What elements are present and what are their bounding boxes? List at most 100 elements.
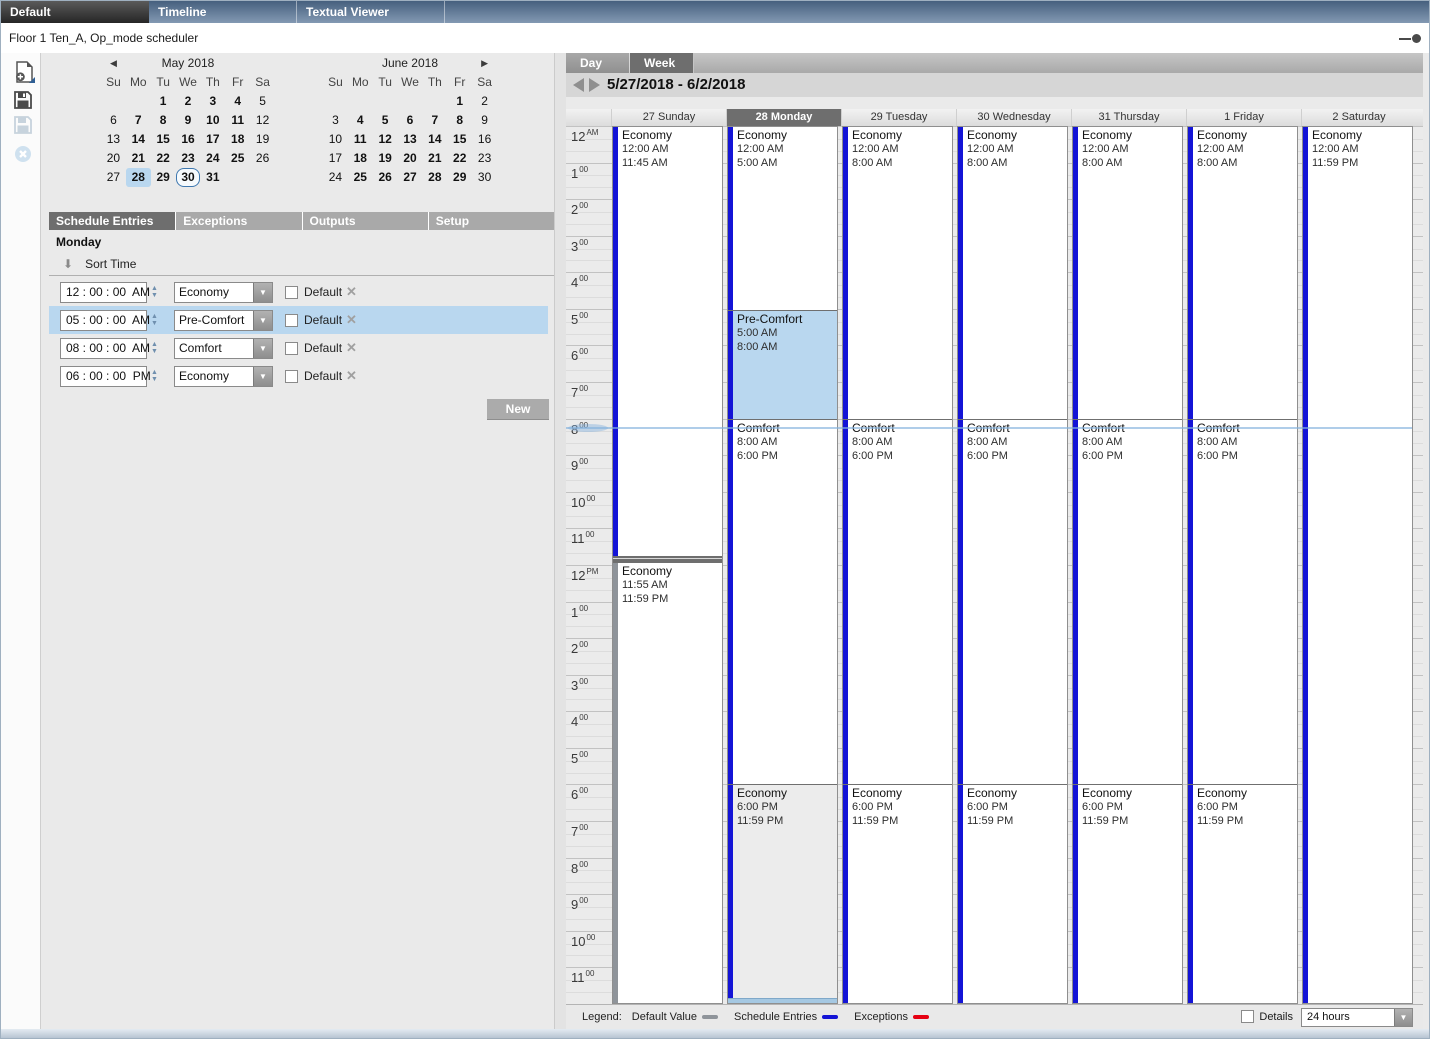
calendar-day-cell[interactable]: 27 xyxy=(398,168,423,187)
calendar-day-cell[interactable]: 28 xyxy=(126,168,151,187)
calendar-day-cell[interactable]: 10 xyxy=(323,130,348,149)
schedule-block[interactable]: Economy12:00 AM11:45 AM xyxy=(613,127,722,556)
calendar-day-cell[interactable]: 7 xyxy=(422,111,447,130)
calendar-day-cell[interactable]: 9 xyxy=(176,111,201,130)
day-header[interactable]: 1 Friday xyxy=(1186,109,1301,126)
day-column[interactable]: Economy12:00 AM8:00 AMComfort8:00 AM6:00… xyxy=(1072,126,1183,1004)
calendar-day-cell[interactable]: 17 xyxy=(323,149,348,168)
day-header[interactable]: 27 Sunday xyxy=(611,109,726,126)
time-spinner[interactable]: ▲▼ xyxy=(149,365,160,387)
delete-entry-icon[interactable]: ✕ xyxy=(346,312,357,328)
calendar-day-cell[interactable]: 8 xyxy=(447,111,472,130)
calendar-day-cell[interactable]: 5 xyxy=(250,92,275,111)
schedule-block[interactable]: Economy12:00 AM8:00 AM xyxy=(958,127,1067,419)
time-spinner[interactable]: ▲▼ xyxy=(149,337,160,359)
spinner-up-icon[interactable]: ▲ xyxy=(149,341,160,348)
schedule-block[interactable]: Economy6:00 PM11:59 PM xyxy=(1188,784,1297,1003)
calendar-day-cell[interactable]: 17 xyxy=(200,130,225,149)
entry-value-dropdown[interactable]: Pre-Comfort▼ xyxy=(174,310,273,331)
default-checkbox[interactable] xyxy=(285,286,298,299)
schedule-block[interactable]: Pre-Comfort5:00 AM8:00 AM xyxy=(728,310,837,420)
day-column[interactable]: Economy12:00 AM8:00 AMComfort8:00 AM6:00… xyxy=(842,126,953,1004)
calendar-day-cell[interactable]: 4 xyxy=(348,111,373,130)
calendar-day-cell[interactable]: 12 xyxy=(250,111,275,130)
calendar-day-cell[interactable]: 15 xyxy=(447,130,472,149)
calendar-day-cell[interactable]: 20 xyxy=(101,149,126,168)
details-checkbox[interactable] xyxy=(1241,1010,1254,1023)
calendar-prev-arrow-icon[interactable]: ◀ xyxy=(101,58,126,69)
calendar-day-cell[interactable]: 13 xyxy=(101,130,126,149)
new-entry-button[interactable]: New xyxy=(487,399,549,419)
calendar-day-cell[interactable]: 16 xyxy=(472,130,497,149)
calendar-day-cell[interactable]: 14 xyxy=(422,130,447,149)
calendar-day-cell[interactable]: 26 xyxy=(373,168,398,187)
delete-entry-icon[interactable]: ✕ xyxy=(346,284,357,300)
calendar-day-cell[interactable]: 25 xyxy=(348,168,373,187)
calendar-day-cell[interactable]: 29 xyxy=(447,168,472,187)
schedule-block[interactable]: Comfort8:00 AM6:00 PM xyxy=(728,419,837,784)
spinner-up-icon[interactable]: ▲ xyxy=(149,369,160,376)
spinner-down-icon[interactable]: ▼ xyxy=(149,292,160,299)
panel-tab-setup[interactable]: Setup xyxy=(428,212,554,230)
cancel-icon[interactable] xyxy=(14,145,32,166)
default-checkbox[interactable] xyxy=(285,342,298,355)
schedule-block[interactable]: Comfort8:00 AM6:00 PM xyxy=(958,419,1067,784)
schedule-block[interactable]: Economy12:00 AM8:00 AM xyxy=(1073,127,1182,419)
calendar-day-cell[interactable]: 21 xyxy=(126,149,151,168)
calendar-day-cell[interactable]: 30 xyxy=(472,168,497,187)
calendar-day-cell[interactable]: 22 xyxy=(151,149,176,168)
day-header[interactable]: 30 Wednesday xyxy=(956,109,1071,126)
calendar-day-cell[interactable]: 18 xyxy=(348,149,373,168)
day-header[interactable]: 31 Thursday xyxy=(1071,109,1186,126)
day-header[interactable]: 29 Tuesday xyxy=(841,109,956,126)
time-spinner[interactable]: ▲▼ xyxy=(149,281,160,303)
entry-time-input[interactable]: 05 : 00 : 00 AM xyxy=(60,310,147,331)
calendar-day-cell[interactable]: 11 xyxy=(225,111,250,130)
calendar-day-cell[interactable]: 29 xyxy=(151,168,176,187)
calendar-day-cell[interactable]: 6 xyxy=(398,111,423,130)
calendar-day-cell[interactable]: 27 xyxy=(101,168,126,187)
top-tab-textual-viewer[interactable]: Textual Viewer xyxy=(297,1,445,23)
entry-time-input[interactable]: 06 : 00 : 00 PM xyxy=(60,366,147,387)
entry-value-dropdown[interactable]: Economy▼ xyxy=(174,282,273,303)
calendar-day-cell[interactable]: 2 xyxy=(176,92,201,111)
spinner-up-icon[interactable]: ▲ xyxy=(149,285,160,292)
day-header[interactable]: 2 Saturday xyxy=(1301,109,1416,126)
entry-time-input[interactable]: 12 : 00 : 00 AM xyxy=(60,282,147,303)
schedule-block[interactable]: Comfort8:00 AM6:00 PM xyxy=(843,419,952,784)
calendar-day-cell[interactable]: 5 xyxy=(373,111,398,130)
schedule-block[interactable]: Economy6:00 PM11:59 PM xyxy=(728,784,837,1003)
pin-icon[interactable] xyxy=(1399,34,1421,43)
calendar-day-cell[interactable]: 9 xyxy=(472,111,497,130)
calendar-day-cell[interactable]: 31 xyxy=(200,168,225,187)
calendar-day-cell[interactable]: 24 xyxy=(323,168,348,187)
calendar-day-cell[interactable]: 13 xyxy=(398,130,423,149)
calendar-day-cell[interactable]: 22 xyxy=(447,149,472,168)
calendar-day-cell[interactable]: 25 xyxy=(225,149,250,168)
calendar-day-cell[interactable]: 18 xyxy=(225,130,250,149)
schedule-entry-row[interactable]: 05 : 00 : 00 AM▲▼Pre-Comfort▼Default✕ xyxy=(49,306,548,334)
spinner-down-icon[interactable]: ▼ xyxy=(149,348,160,355)
calendar-day-cell[interactable]: 28 xyxy=(422,168,447,187)
day-header[interactable]: 28 Monday xyxy=(726,109,841,126)
calendar-day-cell[interactable]: 8 xyxy=(151,111,176,130)
calendar-day-cell[interactable]: 7 xyxy=(126,111,151,130)
calendar-day-cell[interactable]: 11 xyxy=(348,130,373,149)
day-column[interactable]: Economy12:00 AM11:45 AMEconomy11:55 AM11… xyxy=(612,126,723,1004)
schedule-block[interactable]: Economy6:00 PM11:59 PM xyxy=(1073,784,1182,1003)
calendar-next-arrow-icon[interactable]: ▶ xyxy=(472,58,497,69)
calendar-day-cell[interactable]: 21 xyxy=(422,149,447,168)
calendar-day-cell[interactable]: 19 xyxy=(373,149,398,168)
top-tab-timeline[interactable]: Timeline xyxy=(149,1,297,23)
default-checkbox[interactable] xyxy=(285,314,298,327)
schedule-block[interactable]: Economy12:00 AM8:00 AM xyxy=(1188,127,1297,419)
day-column[interactable]: Economy12:00 AM8:00 AMComfort8:00 AM6:00… xyxy=(957,126,1068,1004)
top-tab-default[interactable]: Default xyxy=(1,1,149,23)
calendar-day-cell[interactable]: 2 xyxy=(472,92,497,111)
panel-tab-schedule-entries[interactable]: Schedule Entries xyxy=(49,212,175,230)
schedule-block[interactable]: Comfort8:00 AM6:00 PM xyxy=(1188,419,1297,784)
calendar-day-cell[interactable]: 6 xyxy=(101,111,126,130)
calendar-day-cell[interactable]: 26 xyxy=(250,149,275,168)
schedule-block[interactable]: Economy11:55 AM11:59 PM xyxy=(613,562,722,1003)
schedule-block[interactable]: Economy12:00 AM5:00 AM xyxy=(728,127,837,310)
